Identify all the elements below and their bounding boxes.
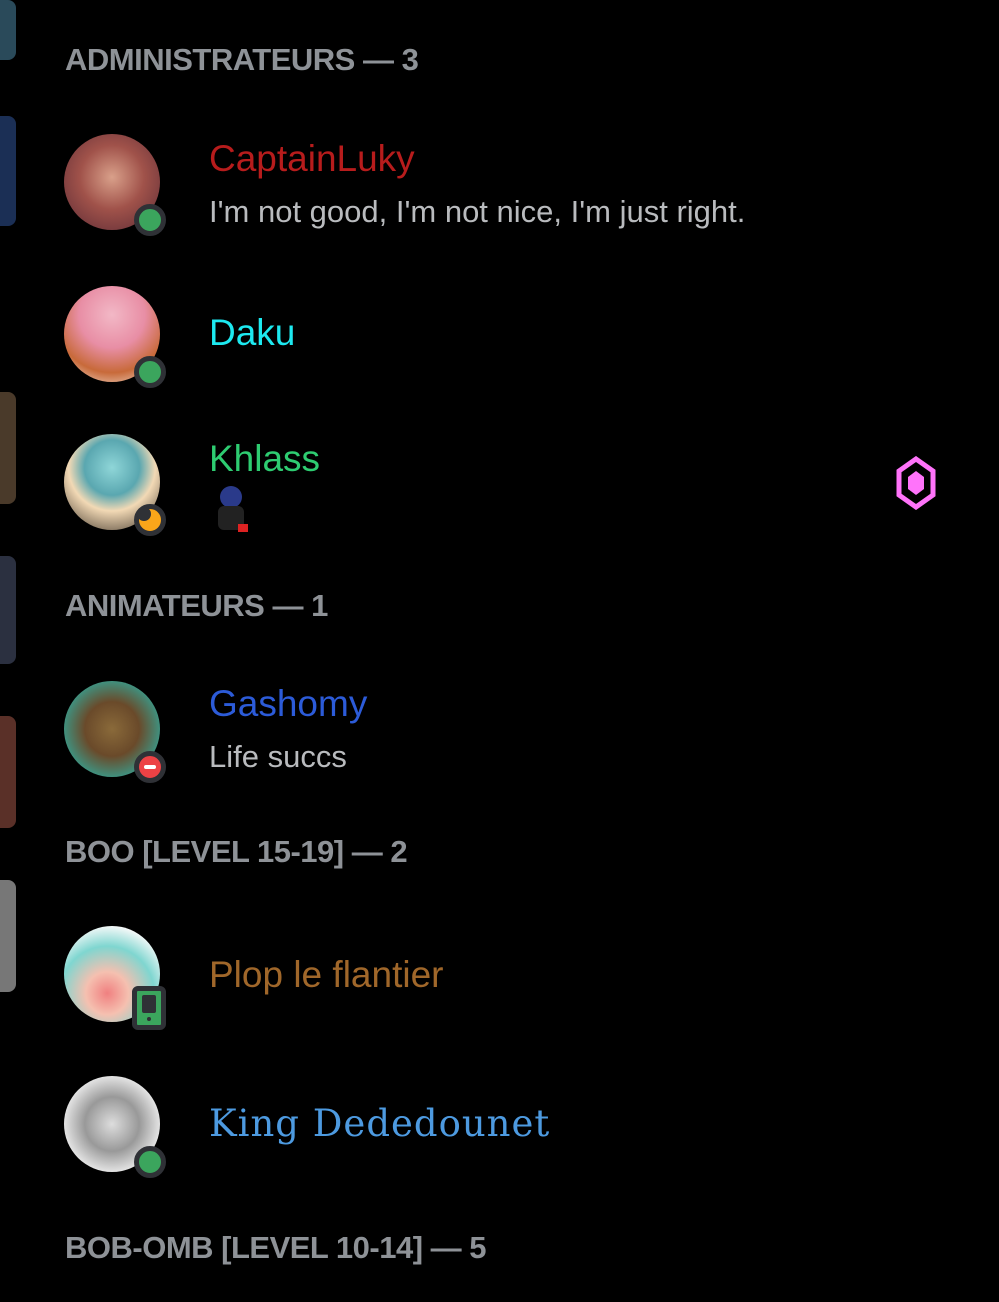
member-name: CaptainLuky — [209, 138, 415, 179]
member-name: Gashomy — [209, 683, 368, 724]
member-name: Plop le flantier — [209, 954, 444, 995]
nitro-boost-gem-icon — [896, 456, 936, 510]
online-status-icon — [134, 356, 166, 388]
role-header-administrateurs: ADMINISTRATEURS — 3 — [65, 42, 419, 77]
member-khlass[interactable]: Khlass — [0, 434, 999, 554]
role-header-bob-omb: BOB-OMB [LEVEL 10-14] — 5 — [65, 1230, 487, 1265]
member-status-text: I'm not good, I'm not nice, I'm just rig… — [209, 194, 746, 229]
member-captainluky[interactable]: CaptainLuky I'm not good, I'm not nice, … — [0, 134, 999, 254]
member-king-dededounet[interactable]: King Dededounet — [0, 1076, 999, 1196]
idle-status-icon — [134, 504, 166, 536]
member-name: Daku — [209, 312, 296, 353]
role-header-animateurs: ANIMATEURS — 1 — [65, 588, 328, 623]
online-status-icon — [134, 204, 166, 236]
do-not-disturb-status-icon — [134, 751, 166, 783]
server-icon-fragment[interactable] — [0, 556, 16, 664]
member-gashomy[interactable]: Gashomy Life succs — [0, 681, 999, 801]
role-header-boo: BOO [LEVEL 15-19] — 2 — [65, 834, 408, 869]
custom-status-emoji-icon — [214, 486, 248, 534]
online-status-icon — [134, 1146, 166, 1178]
member-status-text: Life succs — [209, 739, 347, 774]
server-icon-fragment[interactable] — [0, 0, 16, 60]
mobile-status-icon — [132, 986, 166, 1030]
member-daku[interactable]: Daku — [0, 286, 999, 406]
member-plop-le-flantier[interactable]: Plop le flantier — [0, 926, 999, 1046]
member-name: Khlass — [209, 438, 321, 479]
member-name: King Dededounet — [209, 1102, 551, 1145]
